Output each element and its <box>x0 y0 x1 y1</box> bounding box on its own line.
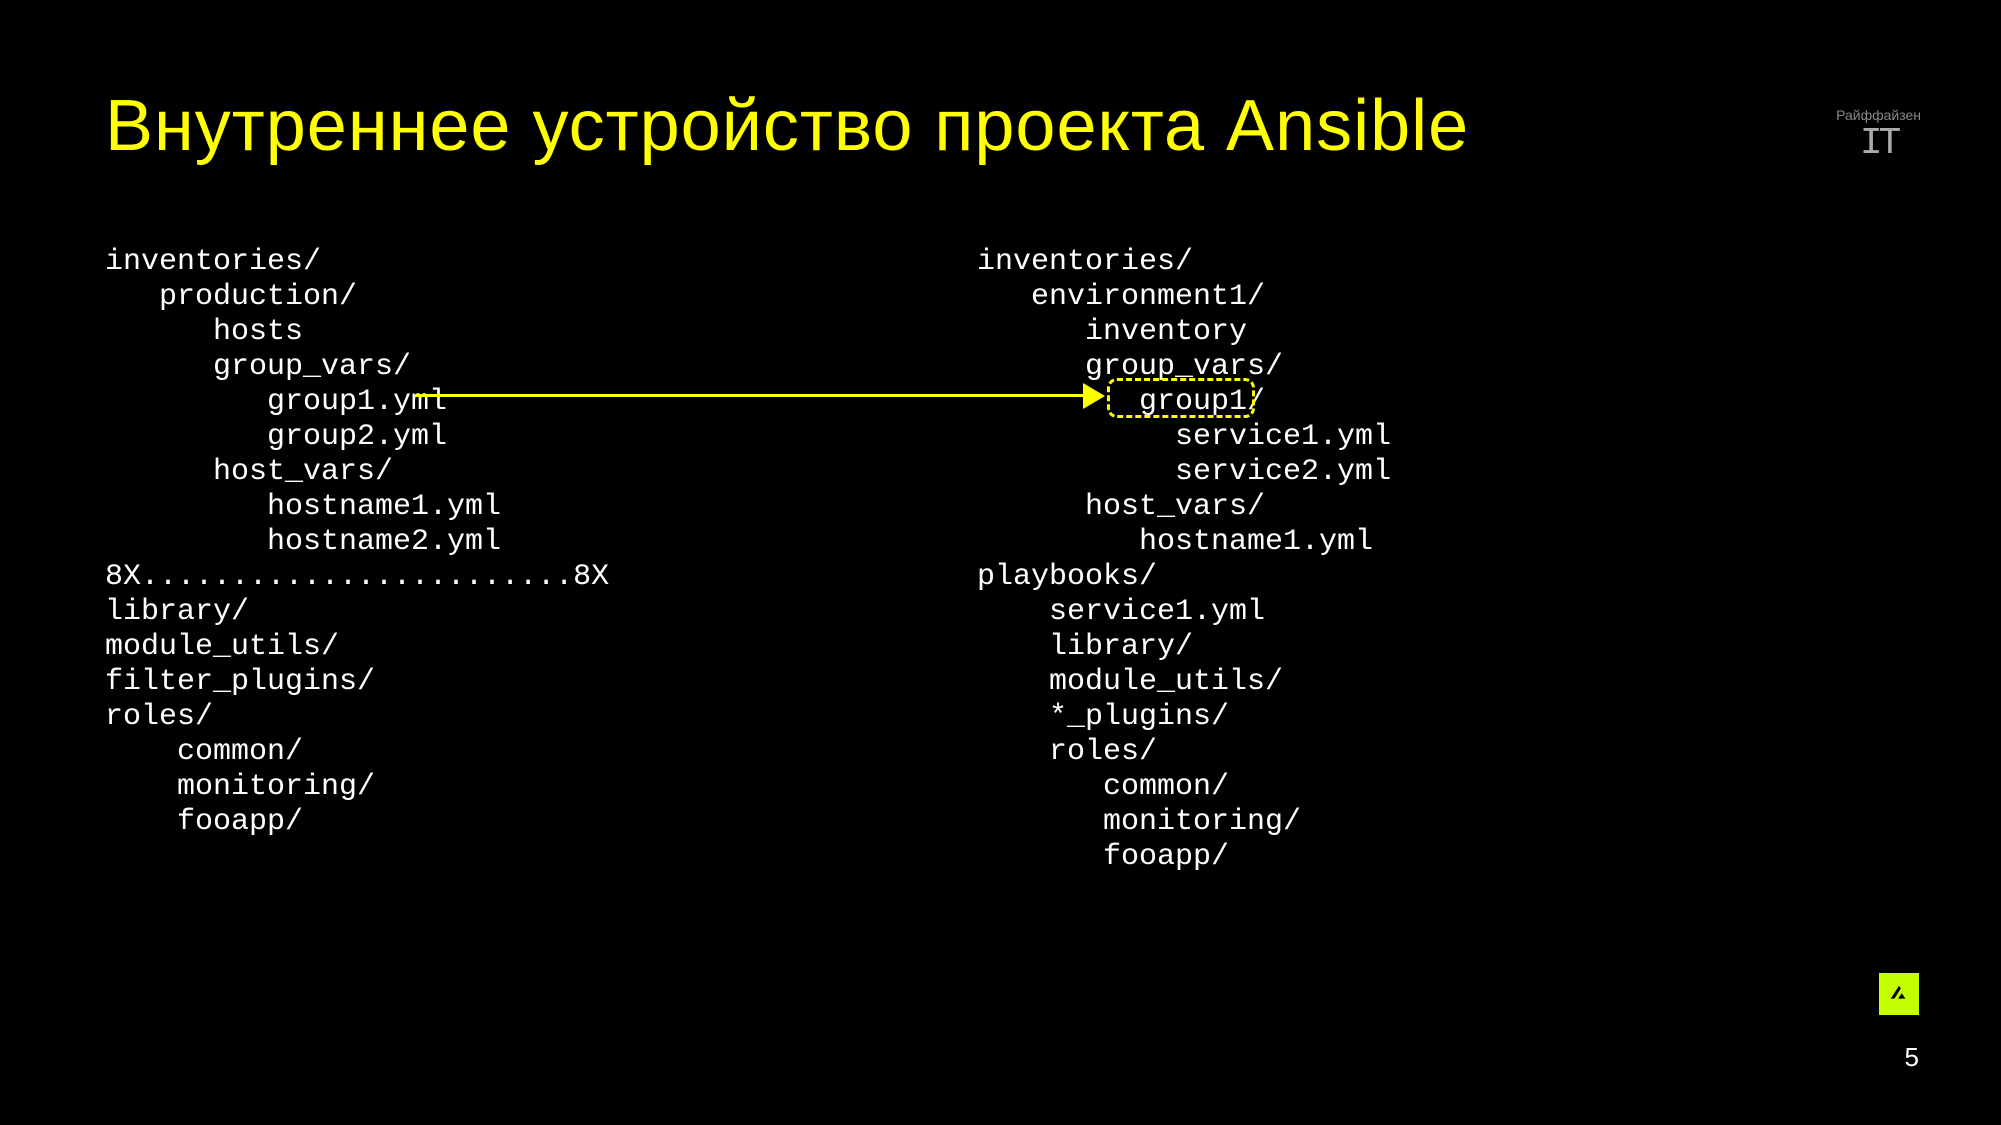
highlight-box <box>1107 378 1255 418</box>
ansible-logo-icon <box>1879 973 1919 1015</box>
slide-title: Внутреннее устройство проекта Ansible <box>105 85 1469 167</box>
page-number: 5 <box>1905 1042 1919 1073</box>
tree-left: inventories/ production/ hosts group_var… <box>105 245 609 840</box>
brand-it: IT <box>1836 123 1921 165</box>
tree-right: inventories/ environment1/ inventory gro… <box>977 245 1391 875</box>
arrow-line <box>415 394 1090 397</box>
brand-logo: Райффайзен IT <box>1836 108 1921 165</box>
brand-name: Райффайзен <box>1836 108 1921 123</box>
arrow-head-icon <box>1083 383 1105 409</box>
